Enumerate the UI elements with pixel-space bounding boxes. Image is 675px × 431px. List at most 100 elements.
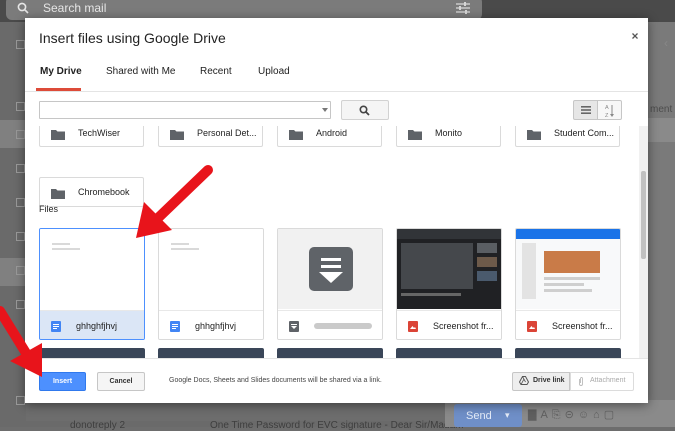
row-checkbox[interactable] bbox=[16, 198, 25, 207]
row-checkbox[interactable] bbox=[16, 232, 25, 241]
thumb-side bbox=[477, 257, 497, 267]
thumb-video bbox=[401, 243, 473, 289]
file-item-partial[interactable] bbox=[39, 348, 145, 358]
share-note: Google Docs, Sheets and Slides documents… bbox=[169, 377, 382, 384]
folder-icon bbox=[408, 130, 422, 140]
tab-recent[interactable]: Recent bbox=[200, 66, 232, 77]
tab-my-drive[interactable]: My Drive bbox=[40, 66, 82, 77]
folder-label: Android bbox=[316, 128, 348, 138]
folder-item[interactable]: Android bbox=[277, 126, 382, 147]
file-footer: ghhghfjhvj bbox=[40, 310, 144, 339]
file-item-partial[interactable] bbox=[396, 348, 502, 358]
svg-text:Z: Z bbox=[605, 113, 609, 118]
folder-item[interactable]: Monito bbox=[396, 126, 501, 147]
file-name: ghhghfjhvj bbox=[76, 321, 118, 331]
file-footer: Screenshot fr... bbox=[516, 310, 620, 339]
doc-line bbox=[52, 243, 70, 245]
active-tab-indicator bbox=[36, 88, 81, 91]
file-footer: Screenshot fr... bbox=[397, 310, 501, 339]
file-item[interactable]: Screenshot fr... bbox=[515, 228, 621, 340]
folder-label: Student Com... bbox=[554, 128, 615, 138]
folder-label: Monito bbox=[435, 128, 463, 138]
file-thumbnail bbox=[40, 229, 144, 309]
file-item[interactable]: ghhghfjhvj bbox=[158, 228, 264, 340]
download-file-icon bbox=[309, 247, 353, 291]
chevron-down-icon[interactable] bbox=[321, 107, 329, 113]
thumb-text bbox=[544, 283, 584, 286]
search-options-icon[interactable] bbox=[455, 1, 471, 15]
drive-link-label: Drive link bbox=[533, 377, 565, 384]
doc-line bbox=[52, 248, 80, 250]
attachment-label: Attachment bbox=[590, 377, 626, 384]
file-thumbnail bbox=[159, 229, 263, 309]
file-footer: ghhghfjhvj bbox=[159, 310, 263, 339]
folder-icon bbox=[527, 130, 541, 140]
mail-subject: One Time Password for EVC signature - De… bbox=[210, 420, 464, 431]
dialog-title: Insert files using Google Drive bbox=[39, 30, 226, 46]
folder-icon bbox=[170, 130, 184, 140]
cancel-button[interactable]: Cancel bbox=[97, 372, 145, 391]
drive-file-grid: TechWiser Personal Det... Android Monito… bbox=[25, 126, 648, 358]
folder-label: TechWiser bbox=[78, 128, 121, 138]
image-file-icon bbox=[527, 321, 537, 332]
folder-item[interactable]: Student Com... bbox=[515, 126, 620, 147]
folder-item[interactable]: Chromebook bbox=[39, 177, 144, 207]
doc-line bbox=[171, 248, 199, 250]
row-checkbox[interactable] bbox=[16, 130, 25, 139]
folder-item[interactable]: Personal Det... bbox=[158, 126, 263, 147]
search-icon bbox=[17, 2, 29, 14]
folder-icon bbox=[51, 189, 65, 199]
google-docs-icon bbox=[51, 321, 61, 332]
row-checkbox[interactable] bbox=[16, 40, 25, 49]
row-checkbox[interactable] bbox=[16, 164, 25, 173]
row-checkbox[interactable] bbox=[16, 102, 25, 111]
insert-button[interactable]: Insert bbox=[39, 372, 86, 391]
file-item-partial[interactable] bbox=[277, 348, 383, 358]
file-thumbnail bbox=[397, 229, 501, 309]
send-button-label: Send bbox=[466, 410, 492, 422]
row-checkbox[interactable] bbox=[16, 396, 25, 405]
blurred-file-name bbox=[314, 323, 372, 329]
scrollbar-thumb[interactable] bbox=[641, 171, 646, 259]
file-name: ghhghfjhvj bbox=[195, 321, 237, 331]
search-icon bbox=[359, 105, 370, 116]
gmail-reading-pane-edge bbox=[648, 22, 675, 427]
thumb-text bbox=[401, 293, 461, 296]
file-name: Screenshot fr... bbox=[552, 321, 613, 331]
thumb-header bbox=[397, 229, 501, 239]
drive-search-input[interactable] bbox=[39, 101, 331, 119]
paperclip-icon bbox=[579, 377, 583, 386]
file-thumbnail bbox=[516, 229, 620, 309]
chevron-left-icon[interactable]: ‹ bbox=[664, 36, 668, 50]
folder-label: Chromebook bbox=[78, 187, 130, 197]
file-item-partial[interactable] bbox=[515, 348, 621, 358]
close-icon[interactable] bbox=[629, 30, 641, 42]
sort-az-icon: A Z bbox=[605, 105, 614, 118]
generic-file-icon bbox=[289, 321, 299, 332]
file-item[interactable]: Screenshot fr... bbox=[396, 228, 502, 340]
folder-icon bbox=[289, 130, 303, 140]
thumb-text bbox=[544, 289, 592, 292]
thumb-header bbox=[516, 229, 620, 239]
folder-label: Personal Det... bbox=[197, 128, 257, 138]
file-item-partial[interactable] bbox=[158, 348, 264, 358]
row-checkbox[interactable] bbox=[16, 300, 25, 309]
compose-formatting-icons[interactable]: ▇A⎘⊝☺⌂▢ bbox=[528, 408, 618, 422]
google-drive-icon bbox=[519, 376, 529, 385]
image-file-icon bbox=[408, 321, 418, 332]
send-options-icon[interactable]: ▾ bbox=[505, 410, 510, 421]
thumb-side bbox=[477, 271, 497, 281]
tab-shared-with-me[interactable]: Shared with Me bbox=[106, 66, 175, 77]
file-item[interactable] bbox=[277, 228, 383, 340]
file-item[interactable]: ghhghfjhvj bbox=[39, 228, 145, 340]
tab-upload[interactable]: Upload bbox=[258, 66, 290, 77]
file-footer bbox=[278, 310, 382, 339]
gmail-message-list-edge bbox=[0, 22, 26, 427]
folder-item[interactable]: TechWiser bbox=[39, 126, 144, 147]
reading-pane-stripe bbox=[648, 118, 675, 142]
gmail-search-placeholder: Search mail bbox=[43, 1, 107, 15]
folder-icon bbox=[51, 130, 65, 140]
thumb-side bbox=[477, 243, 497, 253]
row-checkbox[interactable] bbox=[16, 266, 25, 275]
reading-pane-text: ment M bbox=[650, 104, 675, 115]
